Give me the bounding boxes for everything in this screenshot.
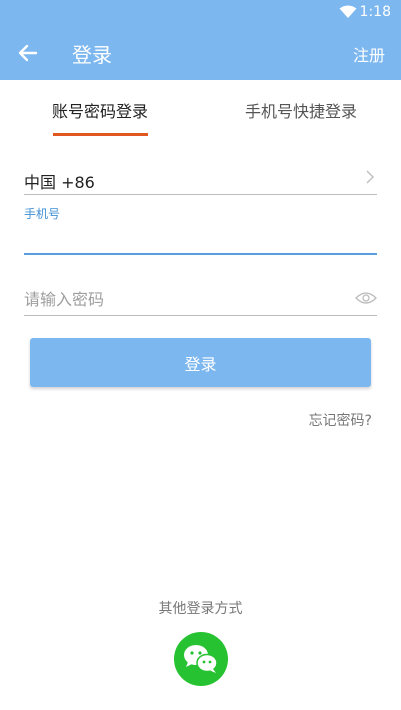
other-login-label: 其他登录方式 bbox=[158, 601, 243, 617]
page-title: 登录 bbox=[72, 43, 112, 67]
login-button[interactable]: 登录 bbox=[30, 338, 371, 387]
eye-icon[interactable] bbox=[355, 291, 377, 305]
login-tabs: 账号密码登录 手机号快捷登录 bbox=[0, 80, 401, 136]
register-button[interactable]: 注册 bbox=[353, 42, 385, 66]
status-bar: 1:18 bbox=[0, 0, 401, 26]
chevron-right-icon bbox=[366, 170, 374, 184]
password-row bbox=[24, 284, 377, 316]
country-code-value: 中国 +86 bbox=[24, 173, 95, 192]
forgot-password-link[interactable]: 忘记密码? bbox=[309, 410, 372, 430]
tab-password-login[interactable]: 账号密码登录 bbox=[52, 98, 148, 122]
wechat-icon bbox=[184, 645, 218, 673]
password-input[interactable] bbox=[24, 284, 344, 314]
country-code-selector[interactable]: 中国 +86 bbox=[24, 164, 377, 195]
phone-input[interactable] bbox=[24, 222, 377, 255]
status-time: 1:18 bbox=[359, 4, 391, 20]
tab-indicator bbox=[53, 133, 148, 136]
tab-sms-login[interactable]: 手机号快捷登录 bbox=[245, 98, 357, 122]
app-bar: 登录 注册 bbox=[0, 26, 401, 80]
wechat-login-button[interactable] bbox=[174, 632, 228, 686]
back-arrow-icon[interactable] bbox=[18, 43, 38, 63]
wifi-icon bbox=[339, 5, 357, 18]
phone-label: 手机号 bbox=[24, 207, 61, 221]
